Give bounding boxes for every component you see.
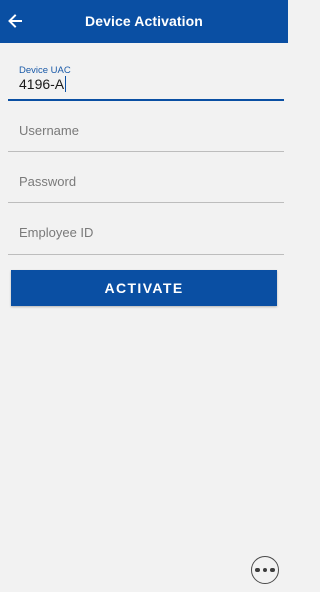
device-uac-underline xyxy=(8,99,284,101)
username-field[interactable]: Username xyxy=(8,102,284,152)
employee-id-field[interactable]: Employee ID xyxy=(8,204,284,255)
device-uac-value-wrap: 4196-A xyxy=(19,76,67,92)
app-bar: Device Activation xyxy=(0,0,288,43)
more-horizontal-icon xyxy=(255,567,260,573)
text-cursor xyxy=(64,76,67,92)
device-uac-value: 4196-A xyxy=(19,76,65,92)
device-uac-field[interactable]: Device UAC 4196-A xyxy=(8,56,284,101)
more-horizontal-icon-dot xyxy=(270,567,275,573)
device-uac-label: Device UAC xyxy=(19,65,71,76)
employee-id-underline xyxy=(8,254,284,255)
employee-id-placeholder: Employee ID xyxy=(19,225,94,240)
username-underline xyxy=(8,151,284,152)
password-field[interactable]: Password xyxy=(8,153,284,203)
password-placeholder: Password xyxy=(19,174,77,189)
password-underline xyxy=(8,202,284,203)
activate-button[interactable]: ACTIVATE xyxy=(11,270,277,306)
page-title: Device Activation xyxy=(85,13,203,29)
more-horizontal-icon-dot xyxy=(262,567,268,573)
more-options-button[interactable] xyxy=(251,556,279,584)
username-placeholder: Username xyxy=(19,123,79,138)
